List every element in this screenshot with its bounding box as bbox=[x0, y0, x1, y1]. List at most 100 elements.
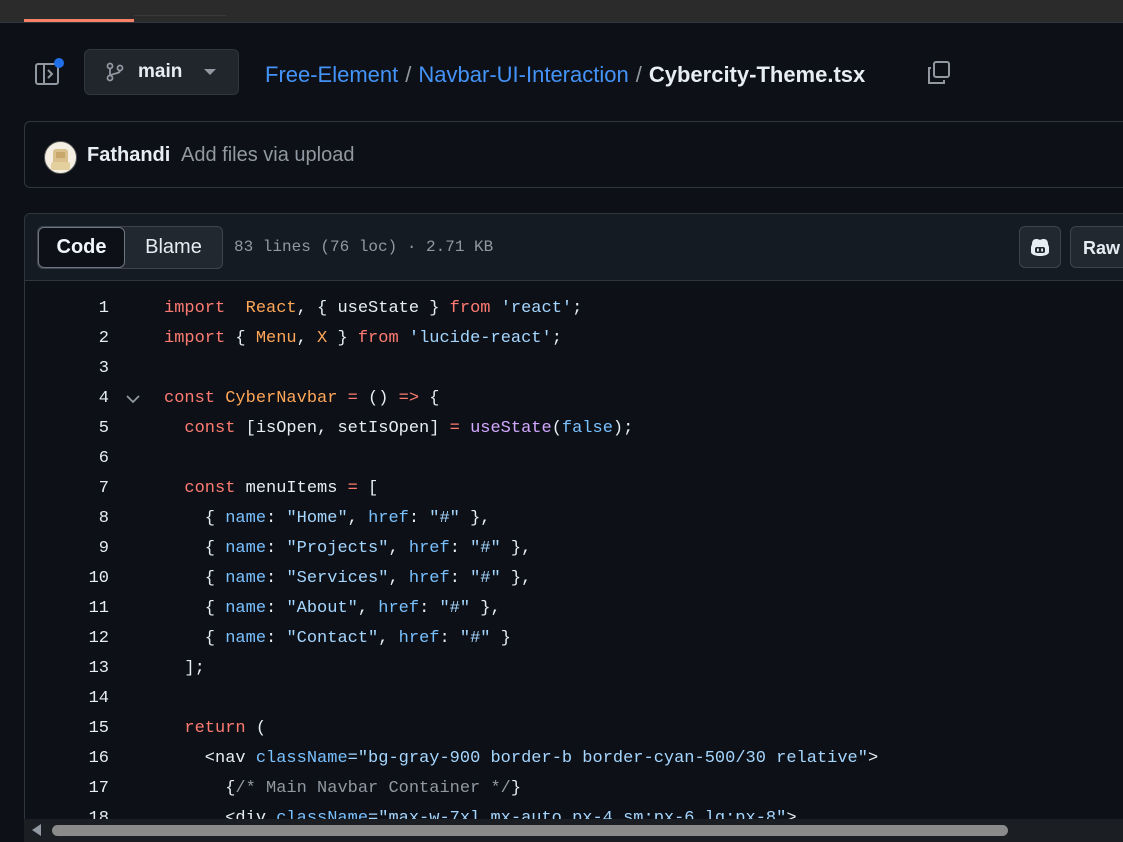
line-number[interactable]: 11 bbox=[25, 594, 109, 624]
code-token: CyberNavbar bbox=[225, 389, 338, 408]
line-number[interactable]: 17 bbox=[25, 774, 109, 804]
code-token: ="max-w-7xl mx-auto px-4 sm:px-6 lg:px-8… bbox=[368, 809, 787, 819]
code-token: ( bbox=[551, 419, 562, 438]
code-text: return ( bbox=[164, 714, 266, 744]
code-line: 8 { name: "Home", href: "#" }, bbox=[25, 504, 1123, 534]
code-token: , bbox=[378, 629, 399, 648]
code-token: "Home" bbox=[286, 509, 348, 528]
file-header: Code Blame 83 lines (76 loc) · 2.71 KB R… bbox=[24, 213, 1123, 281]
code-token: href bbox=[408, 569, 450, 588]
code-line: 10 { name: "Services", href: "#" }, bbox=[25, 564, 1123, 594]
scroll-left-arrow-icon[interactable] bbox=[32, 824, 41, 836]
code-token: } bbox=[510, 779, 522, 798]
code-token: { bbox=[164, 509, 226, 528]
code-token: menuItems bbox=[235, 479, 348, 498]
code-line: 11 { name: "About", href: "#" }, bbox=[25, 594, 1123, 624]
line-number[interactable]: 14 bbox=[25, 684, 109, 714]
line-number[interactable]: 15 bbox=[25, 714, 109, 744]
line-number[interactable]: 5 bbox=[25, 414, 109, 444]
code-token: href bbox=[368, 509, 409, 528]
code-line: 12 { name: "Contact", href: "#" } bbox=[25, 624, 1123, 654]
line-number[interactable]: 4 bbox=[25, 384, 109, 414]
header-divider bbox=[0, 22, 1123, 23]
line-number[interactable]: 7 bbox=[25, 474, 109, 504]
code-token: => bbox=[398, 389, 420, 408]
breadcrumb-repo-link[interactable]: Free-Element bbox=[265, 62, 398, 88]
branch-selector-button[interactable]: main bbox=[84, 49, 239, 95]
breadcrumb-separator: / bbox=[635, 62, 642, 87]
code-token: name bbox=[225, 509, 267, 528]
code-line: 13 ]; bbox=[25, 654, 1123, 684]
commit-author-link[interactable]: Fathandi bbox=[87, 144, 170, 167]
code-token: name bbox=[225, 539, 267, 558]
code-token: = bbox=[347, 479, 358, 498]
code-text: ]; bbox=[164, 654, 205, 684]
code-token: ( bbox=[245, 719, 267, 738]
copilot-button[interactable] bbox=[1019, 226, 1061, 268]
code-line: 3 bbox=[25, 354, 1123, 384]
code-token: , bbox=[357, 599, 379, 618]
line-number[interactable]: 3 bbox=[25, 354, 109, 384]
code-viewer: 1 import React, { useState } from 'react'… bbox=[24, 281, 1123, 819]
horizontal-scrollbar[interactable] bbox=[24, 819, 1123, 842]
code-token: React bbox=[245, 299, 297, 318]
code-token: Menu bbox=[255, 329, 297, 348]
tab-code[interactable]: Code bbox=[38, 227, 125, 268]
line-number[interactable]: 16 bbox=[25, 744, 109, 774]
code-token: name bbox=[225, 599, 267, 618]
branch-name: main bbox=[138, 61, 183, 82]
code-token: : bbox=[266, 629, 287, 648]
code-token: { bbox=[164, 569, 226, 588]
code-token: : bbox=[439, 629, 460, 648]
code-token: "#" bbox=[470, 569, 501, 588]
code-token: < bbox=[164, 749, 216, 768]
code-token: name bbox=[225, 569, 267, 588]
code-token: import bbox=[164, 299, 226, 318]
code-token: from bbox=[357, 329, 399, 348]
line-number[interactable]: 12 bbox=[25, 624, 109, 654]
code-token: { bbox=[164, 779, 236, 798]
user-avatar-icon bbox=[51, 149, 70, 170]
line-number[interactable]: 2 bbox=[25, 324, 109, 354]
code-token: () bbox=[357, 389, 399, 408]
code-token: ="bg-gray-900 border-b border-cyan-500/3… bbox=[347, 749, 868, 768]
copy-path-button[interactable] bbox=[926, 60, 952, 86]
commit-message-link[interactable]: Add files via upload bbox=[181, 144, 354, 167]
latest-commit-bar: Fathandi Add files via upload bbox=[24, 121, 1123, 188]
code-text: <nav className="bg-gray-900 border-b bor… bbox=[164, 744, 878, 774]
avatar[interactable] bbox=[44, 141, 77, 174]
code-token: 'react' bbox=[500, 299, 573, 318]
code-text: { name: "Contact", href: "#" } bbox=[164, 624, 511, 654]
code-line: 14 bbox=[25, 684, 1123, 714]
line-number[interactable]: 6 bbox=[25, 444, 109, 474]
code-token: : bbox=[449, 539, 471, 558]
fold-chevron-down-icon[interactable] bbox=[125, 384, 141, 414]
tab-blame[interactable]: Blame bbox=[125, 227, 222, 268]
line-number[interactable]: 10 bbox=[25, 564, 109, 594]
code-token: href bbox=[408, 539, 450, 558]
expand-file-tree-button[interactable] bbox=[34, 58, 64, 88]
code-token: }, bbox=[500, 539, 532, 558]
line-number[interactable]: 18 bbox=[25, 804, 109, 819]
code-token: { bbox=[164, 629, 226, 648]
line-number[interactable]: 1 bbox=[25, 294, 109, 324]
code-token: "#" bbox=[470, 539, 501, 558]
notification-dot bbox=[54, 58, 64, 68]
line-number[interactable]: 13 bbox=[25, 654, 109, 684]
raw-button[interactable]: Raw bbox=[1070, 226, 1123, 268]
code-token: from bbox=[449, 299, 491, 318]
view-mode-toggle: Code Blame bbox=[37, 226, 223, 269]
code-token: ]; bbox=[164, 659, 205, 678]
code-text: import React, { useState } from 'react'; bbox=[164, 294, 582, 324]
code-token: } bbox=[490, 629, 511, 648]
scrollbar-thumb[interactable] bbox=[52, 825, 1008, 836]
breadcrumb-folder-link[interactable]: Navbar-UI-Interaction bbox=[418, 62, 628, 88]
line-number[interactable]: 8 bbox=[25, 504, 109, 534]
line-number[interactable]: 9 bbox=[25, 534, 109, 564]
